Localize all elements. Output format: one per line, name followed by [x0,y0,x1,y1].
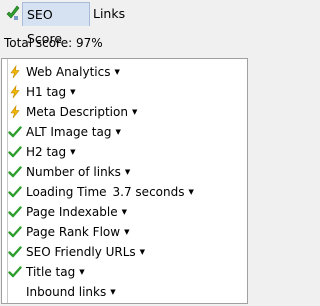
list-item-meta-description[interactable]: Meta Description ▼ [8,103,137,121]
lightning-icon [10,105,20,119]
tab-seo-score[interactable]: SEO Score [22,2,90,46]
check-icon [8,206,22,218]
total-score: Total score: 97% [4,36,103,50]
list-item-h2-tag[interactable]: H2 tag ▼ [8,143,76,161]
check-icon [8,186,22,198]
chevron-down-icon[interactable]: ▼ [140,243,145,261]
check-icon [8,226,22,238]
check-icon [8,146,22,158]
tab-links[interactable]: Links [89,2,139,26]
list-item-label: Title tag [26,265,76,279]
chevron-down-icon[interactable]: ▼ [132,103,137,121]
list-item-label: Page Rank Flow [26,225,121,239]
chevron-down-icon[interactable]: ▼ [188,183,193,201]
list-item-label: Web Analytics [26,65,111,79]
seo-plugin-icon [6,5,20,20]
check-icon [8,166,22,178]
loading-time-value: 3.7 seconds [112,185,185,199]
list-item-web-analytics[interactable]: Web Analytics ▼ [8,63,120,81]
chevron-down-icon[interactable]: ▼ [79,263,84,281]
chevron-down-icon[interactable]: ▼ [125,163,130,181]
list-item-seo-friendly-urls[interactable]: SEO Friendly URLs ▼ [8,243,145,261]
check-icon [8,266,22,278]
list-item-label: H2 tag [26,145,67,159]
list-item-alt-image-tag[interactable]: ALT Image tag ▼ [8,123,121,141]
list-item-label: H1 tag [26,85,67,99]
list-item-title-tag[interactable]: Title tag ▼ [8,263,85,281]
check-icon [8,126,22,138]
lightning-icon [10,65,20,79]
check-icon [8,246,22,258]
chevron-down-icon[interactable]: ▼ [110,283,115,301]
list-item-label: Page Indexable [26,205,118,219]
list-item-label: Number of links [26,165,121,179]
tab-bar: SEO Score Links [0,0,250,46]
list-item-loading-time[interactable]: Loading Time 3.7 seconds ▼ [8,183,194,201]
list-item-h1-tag[interactable]: H1 tag ▼ [8,83,76,101]
chevron-down-icon[interactable]: ▼ [122,203,127,221]
chevron-down-icon[interactable]: ▼ [115,123,120,141]
list-item-label: Meta Description [26,105,128,119]
lightning-icon [10,85,20,99]
chevron-down-icon[interactable]: ▼ [70,143,75,161]
list-item-page-rank-flow[interactable]: Page Rank Flow ▼ [8,223,129,241]
list-item-number-of-links[interactable]: Number of links ▼ [8,163,130,181]
list-item-page-indexable[interactable]: Page Indexable ▼ [8,203,127,221]
list-item-label: Loading Time [26,185,107,199]
chevron-down-icon[interactable]: ▼ [114,63,119,81]
blank-status-icon [8,285,22,299]
chevron-down-icon[interactable]: ▼ [124,223,129,241]
list-item-inbound-links[interactable]: Inbound links ▼ [8,283,116,301]
list-item-label: Inbound links [26,285,107,299]
list-item-label: SEO Friendly URLs [26,245,136,259]
chevron-down-icon[interactable]: ▼ [70,83,75,101]
list-item-label: ALT Image tag [26,125,112,139]
seo-checks-list: Web Analytics ▼ H1 tag ▼ Meta Descriptio… [1,58,248,304]
